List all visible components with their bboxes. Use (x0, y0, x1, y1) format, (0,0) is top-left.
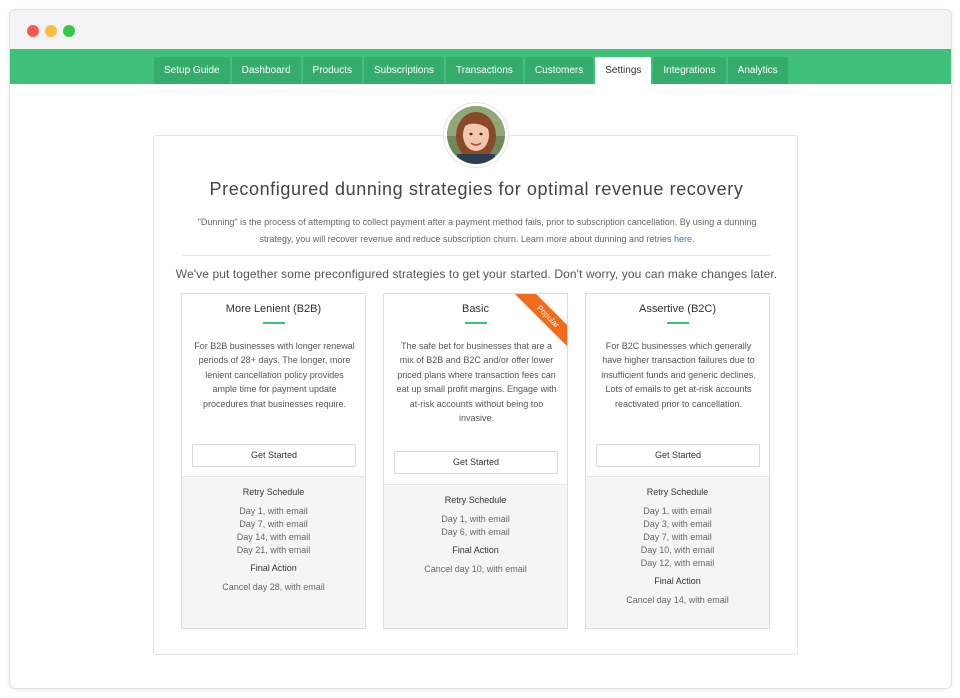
final-action-text: Cancel day 14, with email (626, 595, 729, 605)
tab-dashboard[interactable]: Dashboard (231, 57, 301, 84)
retry-schedule-list: Day 1, with email Day 7, with email Day … (182, 505, 365, 557)
page-title: Preconfigured dunning strategies for opt… (209, 179, 744, 199)
learn-more-link[interactable]: here (674, 234, 692, 244)
retry-schedule-item: Day 1, with email (643, 506, 712, 516)
final-action-title: Final Action (250, 563, 297, 573)
tab-integrations[interactable]: Integrations (653, 57, 726, 84)
browser-window: Setup Guide Dashboard Products Subscript… (9, 9, 952, 689)
card-schedule-section: Retry Schedule Day 1, with email Day 6, … (384, 484, 567, 628)
card-description: The safe bet for businesses that are a m… (396, 341, 557, 424)
tab-customers[interactable]: Customers (524, 57, 594, 84)
tab-subscriptions[interactable]: Subscriptions (364, 57, 445, 84)
close-window-button[interactable] (27, 25, 39, 37)
retry-schedule-title: Retry Schedule (646, 487, 709, 497)
tab-analytics[interactable]: Analytics (727, 57, 788, 84)
card-description: For B2C businesses which generally have … (601, 341, 756, 409)
tab-products[interactable]: Products (302, 57, 362, 84)
nav-tabs: Setup Guide Dashboard Products Subscript… (154, 57, 788, 84)
final-action-text: Cancel day 10, with email (424, 564, 527, 574)
retry-schedule-item: Day 6, with email (441, 527, 510, 537)
card-description: For B2B businesses with longer renewal p… (194, 341, 355, 409)
retry-schedule-item: Day 14, with email (236, 532, 311, 542)
maximize-window-button[interactable] (63, 25, 75, 37)
dunning-panel: Preconfigured dunning strategies for opt… (153, 135, 798, 655)
final-action-title: Final Action (654, 576, 701, 586)
main-content: Preconfigured dunning strategies for opt… (10, 84, 951, 688)
card-title-underline (667, 322, 689, 324)
get-started-button-lenient[interactable]: Get Started (192, 444, 356, 467)
retry-schedule-list: Day 1, with email Day 6, with email (384, 513, 567, 539)
tab-settings[interactable]: Settings (595, 57, 652, 84)
strategy-card-basic: Basic Popular The safe bet for businesse… (383, 293, 568, 629)
final-action-title: Final Action (452, 545, 499, 555)
card-title: Assertive (B2C) (638, 303, 717, 315)
tab-transactions[interactable]: Transactions (446, 57, 523, 84)
top-nav: Setup Guide Dashboard Products Subscript… (10, 49, 951, 84)
card-schedule-section: Retry Schedule Day 1, with email Day 3, … (586, 476, 769, 628)
window-titlebar (10, 10, 951, 49)
retry-schedule-item: Day 1, with email (239, 506, 308, 516)
retry-schedule-item: Day 7, with email (239, 519, 308, 529)
card-title-underline (263, 322, 285, 324)
intro-text: We've put together some preconfigured st… (175, 267, 778, 281)
avatar (443, 102, 509, 168)
retry-schedule-item: Day 12, with email (640, 558, 715, 568)
tab-setup-guide[interactable]: Setup Guide (154, 57, 230, 84)
minimize-window-button[interactable] (45, 25, 57, 37)
dunning-description: "Dunning" is the process of attempting t… (197, 217, 757, 244)
retry-schedule-title: Retry Schedule (444, 495, 507, 505)
card-title: More Lenient (B2B) (225, 303, 322, 315)
get-started-button-basic[interactable]: Get Started (394, 451, 558, 474)
get-started-button-assertive[interactable]: Get Started (596, 444, 760, 467)
divider (182, 255, 771, 256)
retry-schedule-item: Day 7, with email (643, 532, 712, 542)
final-action-text: Cancel day 28, with email (222, 582, 325, 592)
retry-schedule-item: Day 3, with email (643, 519, 712, 529)
avatar-photo (447, 106, 505, 164)
card-schedule-section: Retry Schedule Day 1, with email Day 7, … (182, 476, 365, 628)
retry-schedule-item: Day 1, with email (441, 514, 510, 524)
dunning-description-text: "Dunning" is the process of attempting t… (197, 217, 757, 244)
retry-schedule-list: Day 1, with email Day 3, with email Day … (586, 505, 769, 570)
strategy-card-assertive: Assertive (B2C) For B2C businesses which… (585, 293, 770, 629)
card-title-underline (465, 322, 487, 324)
retry-schedule-item: Day 10, with email (640, 545, 715, 555)
retry-schedule-item: Day 21, with email (236, 545, 311, 555)
retry-schedule-title: Retry Schedule (242, 487, 305, 497)
strategy-card-lenient: More Lenient (B2B) For B2B businesses wi… (181, 293, 366, 629)
